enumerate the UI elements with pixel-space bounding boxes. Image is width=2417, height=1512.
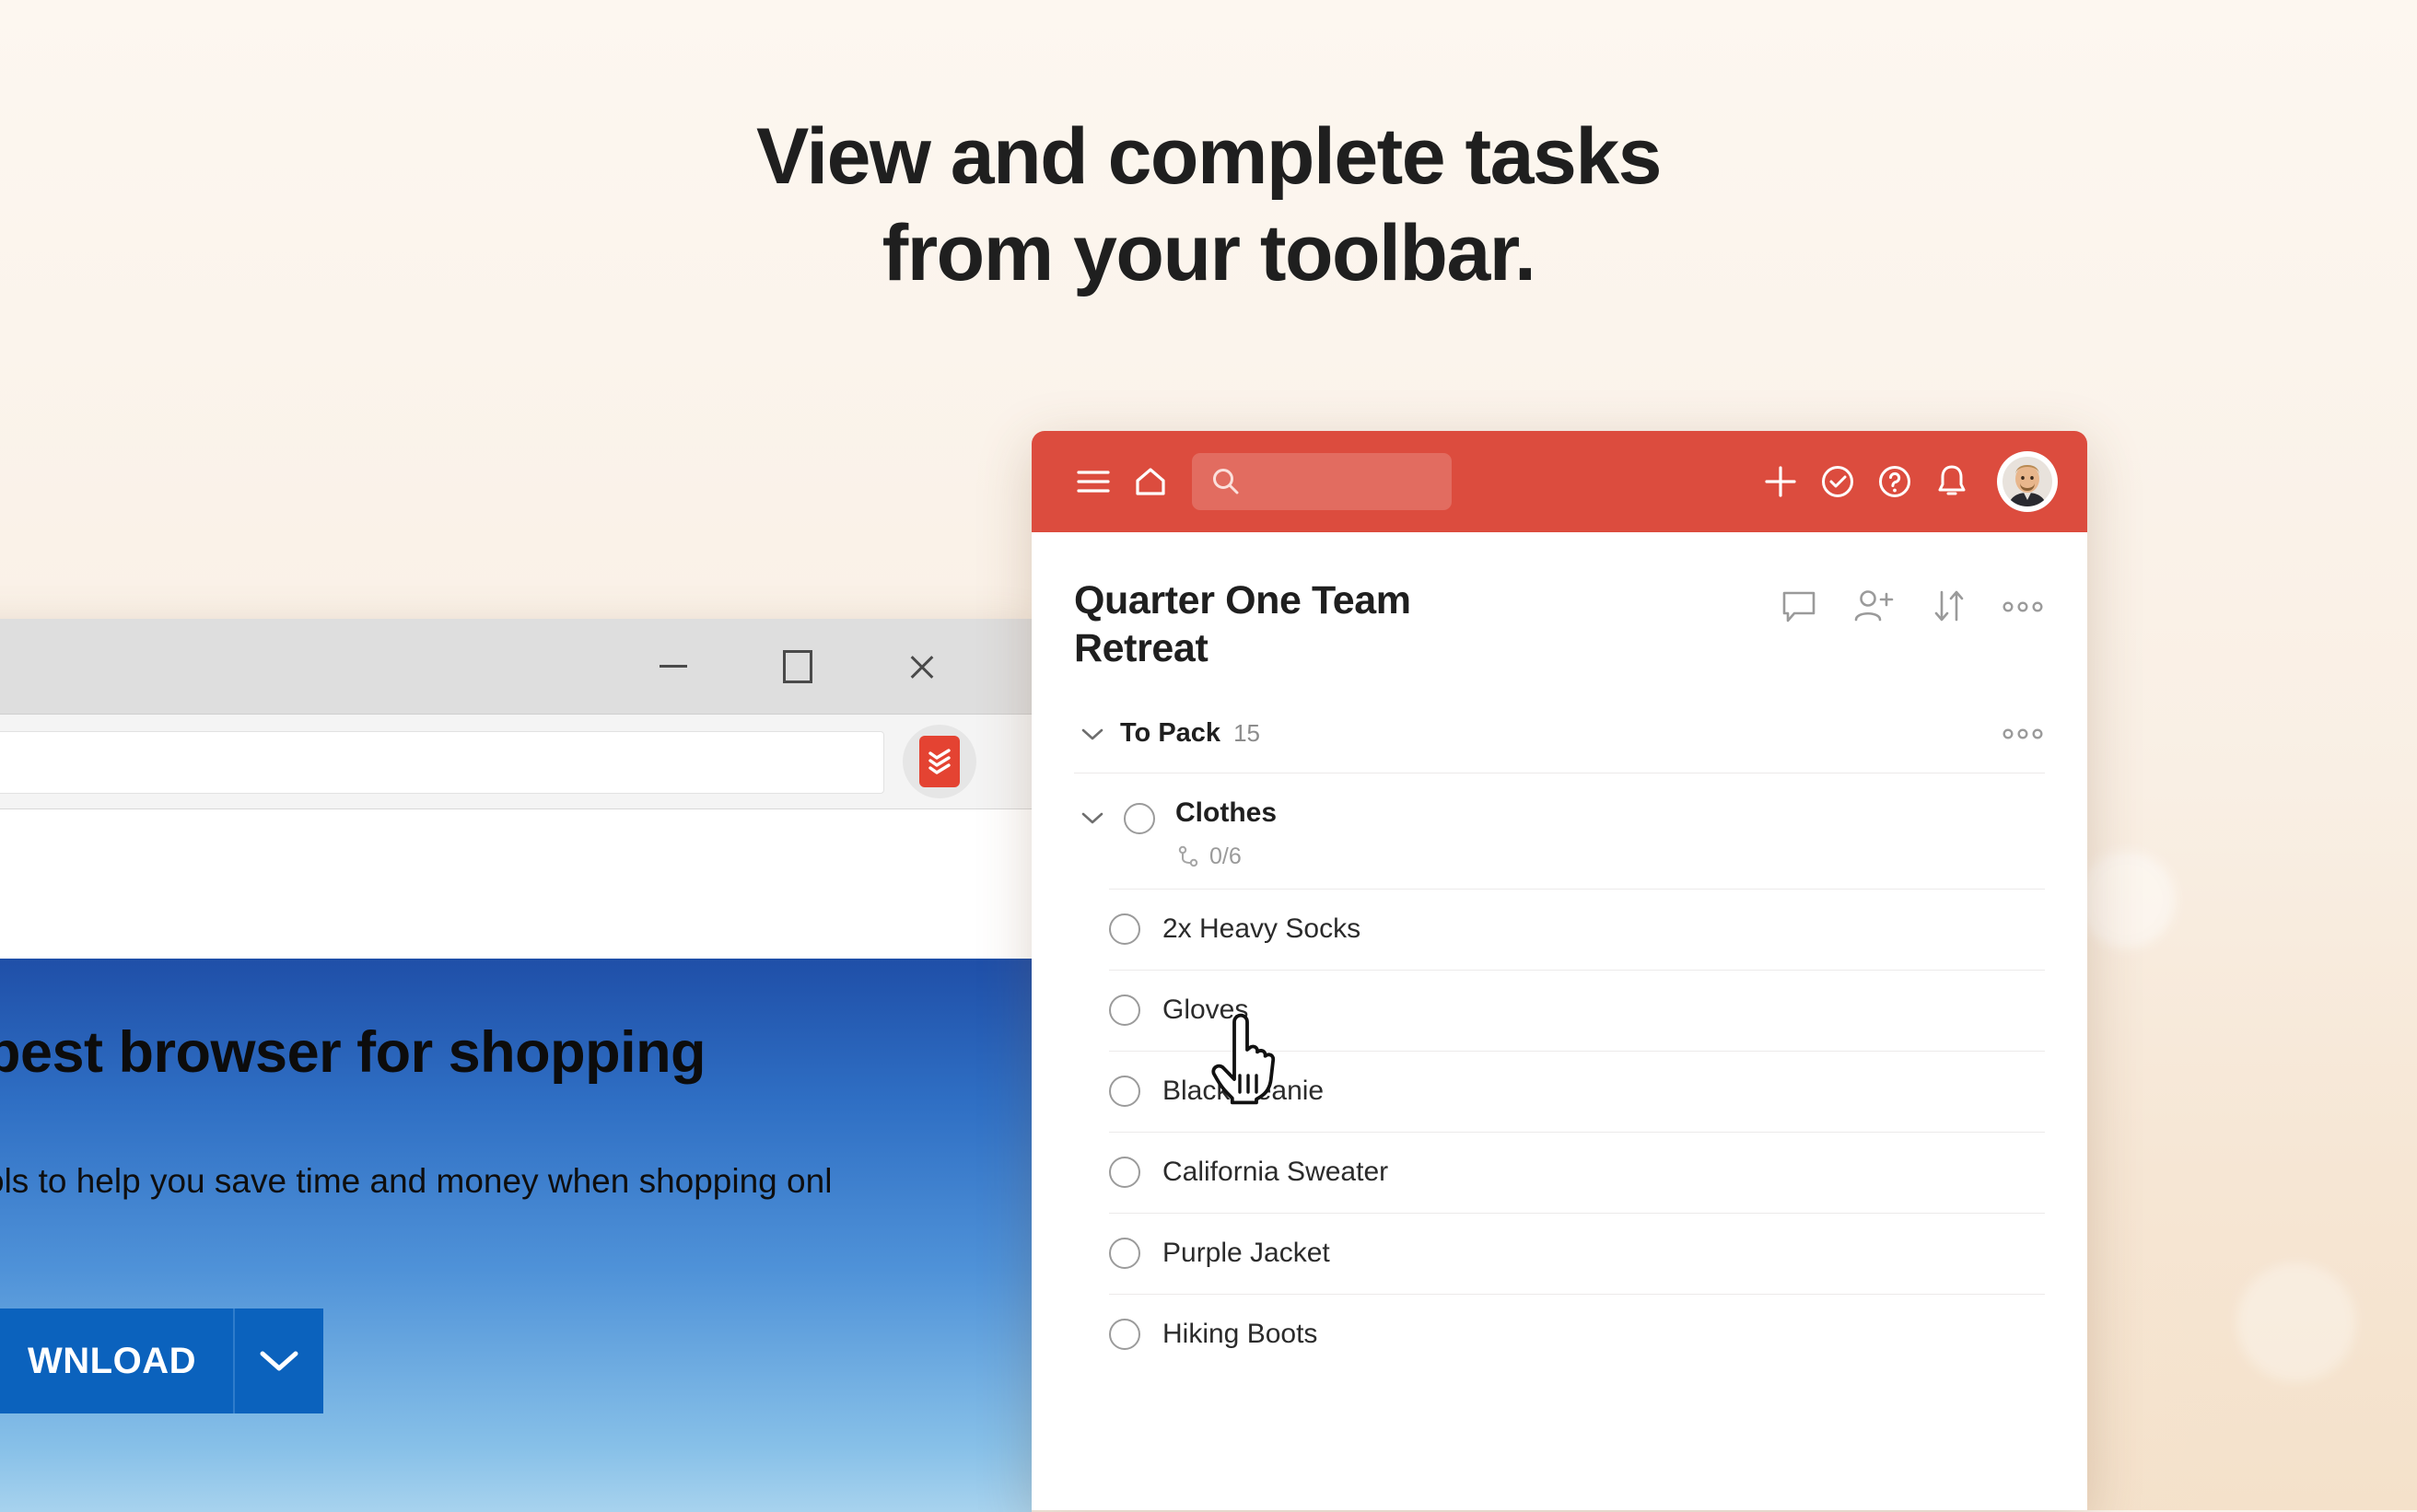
headline-line-2: from your toolbar. bbox=[882, 208, 1536, 297]
project-more-button[interactable] bbox=[2001, 598, 2045, 616]
subtask-branch-icon bbox=[1178, 846, 1198, 867]
subtask-row[interactable]: Black Beanie bbox=[1109, 1050, 2045, 1132]
subtask-label: Gloves bbox=[1162, 994, 1249, 1026]
add-person-button[interactable] bbox=[1851, 586, 1897, 628]
parent-task-name: Clothes bbox=[1175, 797, 1278, 828]
project-header: Quarter One Team Retreat bbox=[1074, 532, 2045, 673]
parent-task-collapse-toggle[interactable] bbox=[1074, 799, 1111, 836]
parent-task-checkbox[interactable] bbox=[1124, 802, 1155, 834]
subtask-row[interactable]: Hiking Boots bbox=[1109, 1293, 2045, 1375]
minimize-button[interactable] bbox=[625, 619, 722, 714]
project-actions bbox=[1778, 576, 2045, 628]
parent-task-meta: 0/6 bbox=[1175, 843, 1277, 870]
chevron-down-icon bbox=[1081, 812, 1103, 824]
browser-page-content: best browser for shopping ols to help yo… bbox=[0, 809, 1032, 1512]
todoist-extension-button[interactable] bbox=[903, 725, 976, 798]
comment-bubble-icon bbox=[1782, 591, 1816, 622]
address-bar-input[interactable] bbox=[0, 731, 884, 794]
question-circle-icon[interactable] bbox=[1866, 453, 1923, 510]
parent-subtask-count: 0/6 bbox=[1209, 843, 1242, 869]
comments-button[interactable] bbox=[1778, 586, 1820, 628]
subtask-list: 2x Heavy Socks Gloves Black Beanie Calif… bbox=[1109, 888, 2045, 1375]
subtask-label: California Sweater bbox=[1162, 1157, 1389, 1188]
promo-subtext: ols to help you save time and money when… bbox=[0, 1162, 833, 1200]
chevron-down-icon bbox=[1081, 728, 1103, 740]
more-horizontal-icon bbox=[2002, 728, 2043, 739]
subtask-checkbox[interactable] bbox=[1109, 1076, 1140, 1108]
maximize-button[interactable] bbox=[749, 619, 847, 714]
person-plus-icon bbox=[1854, 590, 1894, 622]
home-icon[interactable] bbox=[1122, 453, 1179, 510]
chevron-down-icon[interactable] bbox=[232, 1308, 323, 1413]
headline-line-1: View and complete tasks bbox=[755, 112, 1663, 201]
subtask-label: Hiking Boots bbox=[1162, 1319, 1318, 1350]
subtask-row[interactable]: Purple Jacket bbox=[1109, 1212, 2045, 1294]
minimize-icon bbox=[660, 665, 687, 668]
parent-task-content: Clothes 0/6 bbox=[1175, 797, 1278, 870]
promo-headline: best browser for shopping bbox=[0, 1020, 706, 1085]
subtask-row[interactable]: 2x Heavy Socks bbox=[1109, 888, 2045, 970]
section-more-button[interactable] bbox=[2001, 725, 2045, 743]
subtask-checkbox[interactable] bbox=[1109, 1157, 1140, 1189]
download-button[interactable]: WNLOAD bbox=[0, 1308, 323, 1413]
bell-icon[interactable] bbox=[1923, 453, 1980, 510]
browser-toolbar bbox=[0, 715, 1032, 809]
todoist-panel-body: Quarter One Team Retreat To Pack 15 Clot… bbox=[1032, 532, 2087, 1375]
todoist-header-bar bbox=[1032, 431, 2087, 532]
subtask-checkbox[interactable] bbox=[1109, 1319, 1140, 1351]
section-header: To Pack 15 bbox=[1074, 715, 2045, 773]
subtask-row[interactable]: Gloves bbox=[1109, 969, 2045, 1051]
promo-banner: best browser for shopping ols to help yo… bbox=[0, 959, 1032, 1512]
subtask-label: Purple Jacket bbox=[1162, 1238, 1330, 1269]
parent-task-row[interactable]: Clothes 0/6 bbox=[1074, 773, 2045, 889]
subtask-label: 2x Heavy Socks bbox=[1162, 913, 1361, 945]
page-headline: View and complete tasks from your toolba… bbox=[0, 109, 2417, 302]
subtask-checkbox[interactable] bbox=[1109, 1238, 1140, 1270]
todoist-logo-icon bbox=[919, 736, 960, 787]
todoist-extension-panel: Quarter One Team Retreat To Pack 15 Clot… bbox=[1032, 431, 2087, 1510]
subtask-checkbox[interactable] bbox=[1109, 913, 1140, 946]
download-button-label: WNLOAD bbox=[28, 1340, 196, 1381]
close-button[interactable] bbox=[873, 619, 971, 714]
close-icon bbox=[907, 652, 937, 681]
section-collapse-toggle[interactable] bbox=[1074, 715, 1111, 752]
subtask-label: Black Beanie bbox=[1162, 1076, 1325, 1107]
subtask-checkbox[interactable] bbox=[1109, 994, 1140, 1027]
more-horizontal-icon bbox=[2002, 601, 2043, 612]
section-count: 15 bbox=[1233, 719, 1260, 748]
search-icon bbox=[1213, 469, 1239, 494]
check-circle-icon[interactable] bbox=[1809, 453, 1866, 510]
browser-window: best browser for shopping ols to help yo… bbox=[0, 619, 1032, 1512]
browser-titlebar bbox=[0, 619, 1032, 715]
maximize-icon bbox=[783, 649, 812, 683]
search-input[interactable] bbox=[1192, 453, 1452, 510]
sort-button[interactable] bbox=[1929, 586, 1969, 628]
section-name: To Pack bbox=[1120, 718, 1221, 749]
sort-arrows-icon bbox=[1934, 590, 1964, 622]
user-avatar[interactable] bbox=[1997, 451, 2058, 512]
subtask-row[interactable]: California Sweater bbox=[1109, 1131, 2045, 1213]
hamburger-menu-icon[interactable] bbox=[1065, 453, 1122, 510]
project-title: Quarter One Team Retreat bbox=[1074, 578, 1411, 671]
plus-icon[interactable] bbox=[1752, 453, 1809, 510]
